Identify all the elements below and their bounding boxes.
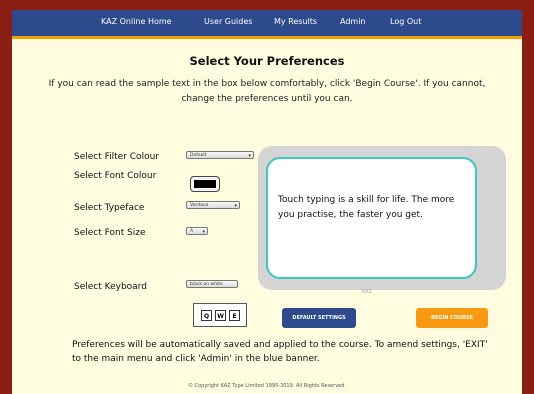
nav-user-guides[interactable]: User Guides — [204, 17, 252, 26]
intro-text: If you can read the sample text in the b… — [48, 79, 486, 104]
typeface-label: Select Typeface — [74, 203, 145, 213]
font-size-value: A — [190, 229, 194, 234]
filter-colour-value: Default — [190, 153, 207, 158]
font-colour-picker[interactable] — [190, 176, 220, 192]
preview-panel: Touch typing is a skill for life. The mo… — [258, 146, 506, 290]
footer-note: Preferences will be automatically saved … — [72, 340, 488, 364]
typeface-select[interactable]: Verdana ▾ — [186, 201, 240, 209]
nav-log-out[interactable]: Log Out — [390, 17, 421, 26]
dropdown-arrow-icon: ▾ — [248, 153, 251, 159]
preferences-page: KAZ Online Home User Guides My Results A… — [12, 10, 522, 394]
page-title: Select Your Preferences — [189, 54, 345, 68]
keyboard-key: E — [229, 310, 240, 321]
keyboard-key: Q — [201, 310, 212, 321]
nav-kaz-online-home[interactable]: KAZ Online Home — [101, 17, 172, 26]
begin-course-button[interactable]: BEGIN COURSE — [416, 308, 488, 328]
copyright: © Copyright KAZ Type Limited 1995-2019. … — [188, 383, 346, 389]
dropdown-arrow-icon: ▾ — [234, 203, 237, 209]
typeface-value: Verdana — [190, 203, 209, 208]
keyboard-key: W — [215, 310, 226, 321]
keyboard-preview-icon: Q W E — [193, 303, 247, 327]
keyboard-label: Select Keyboard — [74, 282, 147, 292]
font-colour-swatch — [194, 180, 216, 188]
filter-colour-label: Select Filter Colour — [74, 152, 159, 162]
nav-admin[interactable]: Admin — [340, 17, 366, 26]
filter-colour-select[interactable]: Default ▾ — [186, 151, 254, 159]
keyboard-value: black on white — [190, 282, 223, 287]
font-colour-label: Select Font Colour — [74, 171, 157, 181]
dropdown-arrow-icon: ▾ — [202, 229, 205, 235]
sample-text-box: Touch typing is a skill for life. The mo… — [266, 157, 477, 279]
top-navigation-bar: KAZ Online Home User Guides My Results A… — [12, 10, 522, 39]
keyboard-select[interactable]: black on white — [186, 280, 238, 288]
nav-my-results[interactable]: My Results — [274, 17, 317, 26]
font-size-select[interactable]: A ▾ — [186, 227, 208, 235]
default-settings-button[interactable]: DEFAULT SETTINGS — [282, 308, 356, 328]
kaz-watermark: KAZ — [362, 289, 373, 295]
font-size-label: Select Font Size — [74, 228, 146, 238]
sample-text: Touch typing is a skill for life. The mo… — [278, 195, 455, 220]
